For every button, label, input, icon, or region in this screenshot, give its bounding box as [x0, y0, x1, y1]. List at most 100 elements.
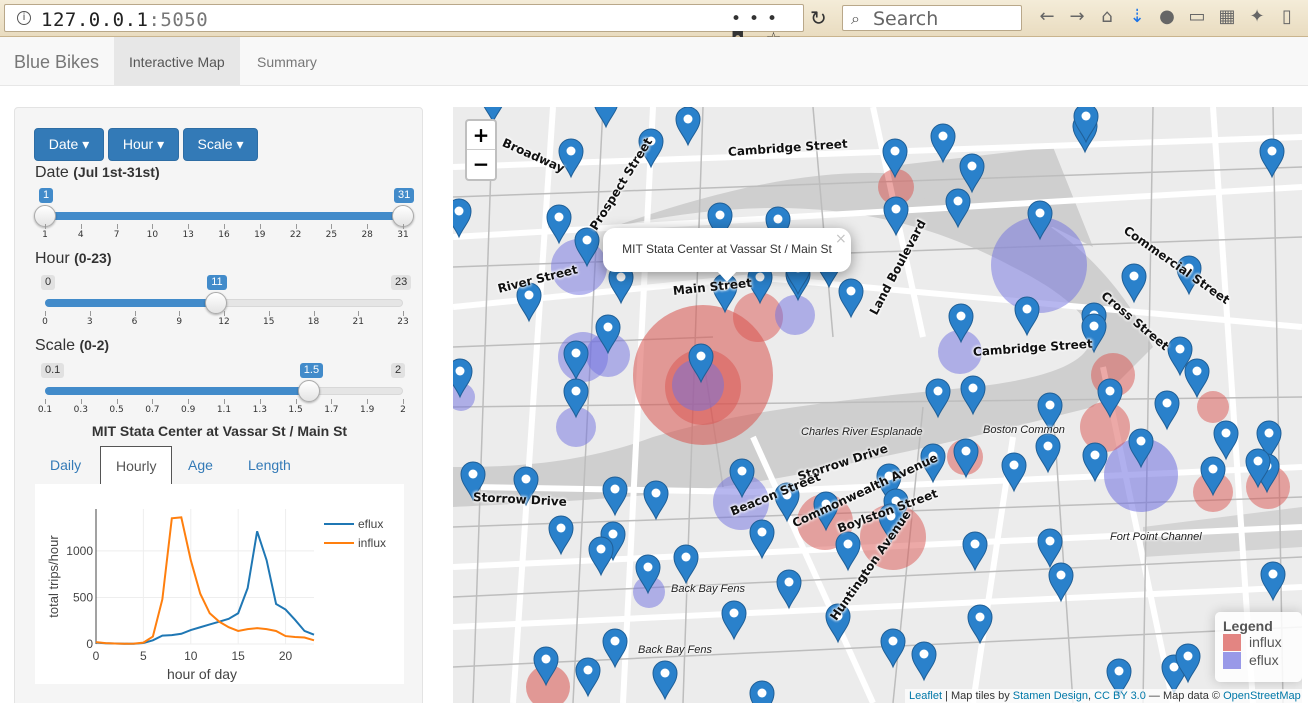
station-marker-icon[interactable] [595, 314, 621, 355]
tab-summary[interactable]: Summary [242, 37, 332, 85]
site-info-icon[interactable]: i [17, 11, 31, 25]
reload-icon[interactable]: ↻ [810, 6, 827, 30]
stamen-link[interactable]: Stamen Design [1013, 690, 1088, 702]
station-marker-icon[interactable] [948, 303, 974, 344]
station-marker-icon[interactable] [1097, 378, 1123, 419]
chat-icon[interactable]: ● [1152, 6, 1182, 27]
station-marker-icon[interactable] [749, 519, 775, 560]
station-marker-icon[interactable] [1184, 358, 1210, 399]
station-marker-icon[interactable] [675, 107, 701, 147]
station-marker-icon[interactable] [1035, 433, 1061, 474]
station-marker-icon[interactable] [911, 641, 937, 682]
zoom-in-button[interactable]: + [467, 121, 495, 150]
station-marker-icon[interactable] [776, 569, 802, 610]
station-marker-icon[interactable] [882, 138, 908, 179]
slider-tick [358, 311, 360, 316]
license-link[interactable]: CC BY 3.0 [1094, 690, 1146, 702]
station-marker-icon[interactable] [960, 375, 986, 416]
station-marker-icon[interactable] [1213, 420, 1239, 461]
station-marker-icon[interactable] [546, 204, 572, 245]
slider-high-value: 31 [394, 188, 415, 203]
station-marker-icon[interactable] [1027, 200, 1053, 241]
station-marker-icon[interactable] [835, 531, 861, 572]
sidebar-icon[interactable]: ▯ [1272, 6, 1302, 27]
station-marker-icon[interactable] [563, 378, 589, 419]
station-marker-icon[interactable] [574, 227, 600, 268]
scale-dropdown-button[interactable]: Scale ▾ [183, 128, 258, 161]
station-marker-icon[interactable] [548, 515, 574, 556]
station-map[interactable]: Main Street Cambridge Street Broadway Pr… [453, 107, 1302, 703]
addon-icon[interactable]: ✦ [1242, 6, 1272, 27]
station-marker-icon[interactable] [953, 438, 979, 479]
station-marker-icon[interactable] [838, 278, 864, 319]
zoom-out-button[interactable]: − [467, 150, 495, 179]
station-marker-icon[interactable] [962, 531, 988, 572]
chart-series-line-eflux [95, 531, 315, 645]
station-marker-icon[interactable] [533, 646, 559, 687]
date-range-slider[interactable]: 1 31 1 4 7 10 13 16 19 22 25 28 31 [34, 188, 415, 248]
station-marker-icon[interactable] [1001, 452, 1027, 493]
station-marker-icon[interactable] [1121, 263, 1147, 304]
station-marker-icon[interactable] [1259, 138, 1285, 179]
station-marker-icon[interactable] [1200, 456, 1226, 497]
station-marker-icon[interactable] [959, 153, 985, 194]
station-marker-icon[interactable] [594, 107, 618, 129]
station-marker-icon[interactable] [749, 680, 775, 703]
station-marker-icon[interactable] [729, 458, 755, 499]
station-marker-icon[interactable] [688, 343, 714, 384]
slider-handle[interactable] [297, 380, 320, 402]
station-marker-icon[interactable] [721, 600, 747, 641]
station-marker-icon[interactable] [602, 628, 628, 669]
station-marker-icon[interactable] [930, 123, 956, 164]
station-marker-icon[interactable] [1154, 390, 1180, 431]
qr-icon[interactable]: ▦ [1212, 6, 1242, 27]
station-marker-icon[interactable] [1128, 428, 1154, 469]
back-icon[interactable]: ← [1032, 6, 1062, 27]
station-marker-icon[interactable] [588, 536, 614, 577]
hour-dropdown-button[interactable]: Hour ▾ [108, 128, 179, 161]
url-text: 127.0.0.1:5050 [41, 9, 209, 31]
osm-link[interactable]: OpenStreetMap [1223, 690, 1301, 702]
station-marker-icon[interactable] [1048, 562, 1074, 603]
station-marker-icon[interactable] [643, 480, 669, 521]
station-marker-icon[interactable] [1014, 296, 1040, 337]
forward-icon[interactable]: → [1062, 6, 1092, 27]
station-marker-icon[interactable] [652, 660, 678, 701]
slider-tick-label: 0.1 [37, 405, 53, 415]
app-brand[interactable]: Blue Bikes [14, 52, 99, 73]
station-marker-icon[interactable] [453, 198, 472, 239]
place-label: Boston Common [983, 424, 1065, 436]
station-marker-icon[interactable] [1082, 442, 1108, 483]
slider-tick-label: 18 [307, 317, 320, 327]
subtab-age[interactable]: Age [173, 446, 228, 485]
station-marker-icon[interactable] [453, 358, 473, 399]
reader-icon[interactable]: ▭ [1182, 6, 1212, 27]
station-marker-icon[interactable] [883, 196, 909, 237]
subtab-hourly[interactable]: Hourly [100, 446, 173, 485]
home-icon[interactable]: ⌂ [1092, 6, 1122, 27]
hour-slider[interactable]: 0 23 11 0 3 6 9 12 15 18 21 23 [41, 275, 412, 335]
station-marker-icon[interactable] [880, 628, 906, 669]
address-bar[interactable]: i 127.0.0.1:5050 ••• ◘ ☆ [4, 4, 804, 49]
search-input[interactable]: ⌕ Search [842, 5, 1022, 31]
station-marker-icon[interactable] [925, 378, 951, 419]
station-marker-icon[interactable] [945, 188, 971, 229]
station-marker-icon[interactable] [563, 340, 589, 381]
scale-slider[interactable]: 0.1 2 1.5 0.1 0.3 0.5 0.7 0.9 1.1 1.3 1.5 1.7 1.9 2 [38, 363, 406, 423]
subtab-length[interactable]: Length [233, 446, 306, 485]
station-marker-icon[interactable] [635, 554, 661, 595]
station-marker-icon[interactable] [967, 604, 993, 645]
slider-tick [45, 311, 46, 316]
subtab-daily[interactable]: Daily [35, 446, 96, 485]
station-marker-icon[interactable] [602, 476, 628, 517]
date-dropdown-button[interactable]: Date ▾ [34, 128, 104, 161]
station-marker-icon[interactable] [1037, 528, 1063, 569]
popup-close-icon[interactable]: × [835, 231, 847, 247]
tab-interactive-map[interactable]: Interactive Map [114, 37, 240, 85]
leaflet-link[interactable]: Leaflet [909, 690, 942, 702]
station-marker-icon[interactable] [673, 544, 699, 585]
station-marker-icon[interactable] [575, 657, 601, 698]
station-marker-icon[interactable] [1260, 561, 1286, 602]
download-icon[interactable]: ⇣ [1122, 6, 1152, 27]
legend-swatch-eflux [1223, 652, 1241, 669]
